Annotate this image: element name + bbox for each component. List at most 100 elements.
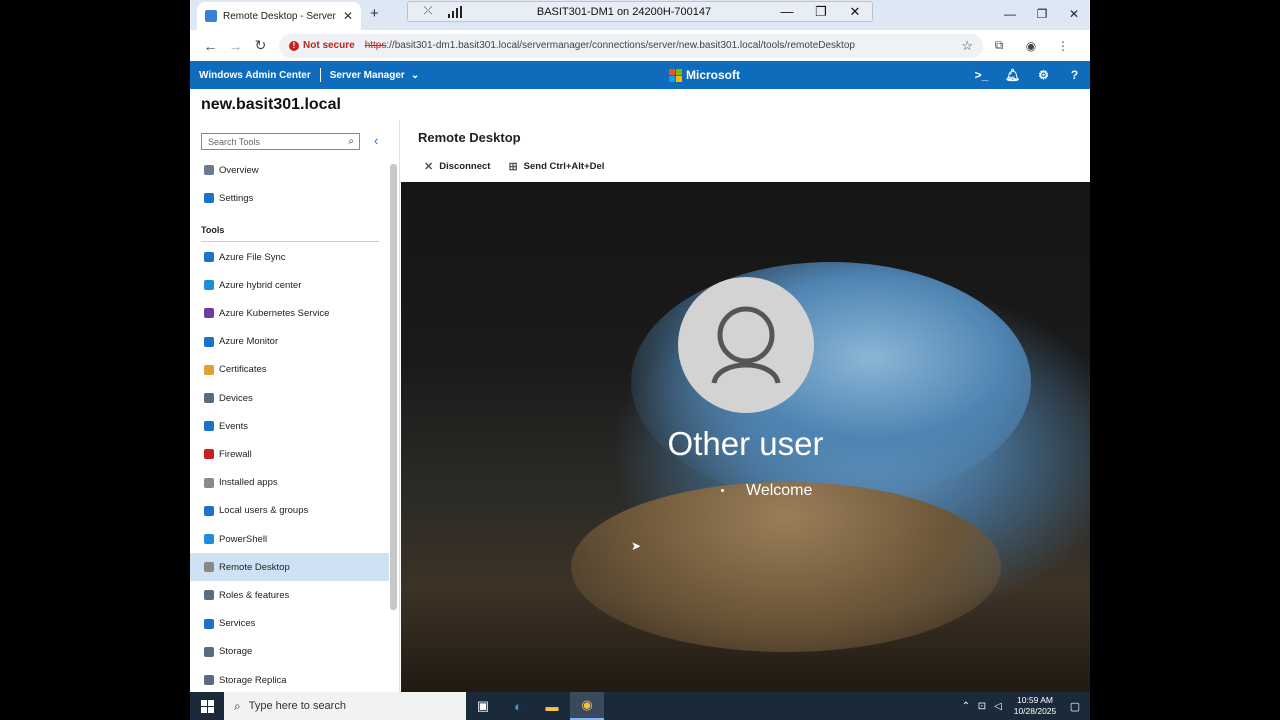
volume-icon[interactable]: ◁: [990, 701, 1006, 712]
minimize-icon[interactable]: —: [994, 0, 1026, 28]
sidebar-item-local-users-and-groups[interactable]: Local users & groups: [190, 497, 389, 525]
sidebar-item-settings[interactable]: Settings: [190, 184, 389, 212]
remote-screen: Remote Desktop - Server Mana ✕ + ⤫ BASIT…: [190, 0, 1090, 720]
events-icon: [204, 421, 214, 432]
reload-icon[interactable]: ↻: [248, 37, 273, 54]
sidebar-item-certificates[interactable]: Certificates: [190, 356, 389, 384]
chevron-down-icon[interactable]: ⌄: [411, 70, 419, 81]
tools-heading: Tools: [201, 225, 225, 235]
sidebar: Search Tools ⌕ ‹ Overview Settings Tools…: [190, 120, 400, 692]
sidebar-item-label: PowerShell: [219, 533, 268, 545]
server-title: new.basit301.local: [201, 96, 341, 113]
help-icon[interactable]: ?: [1059, 61, 1090, 89]
profile-icon[interactable]: ◉: [1015, 39, 1047, 53]
tab-close-icon[interactable]: ✕: [343, 9, 353, 23]
powershell-icon[interactable]: >_: [966, 61, 997, 89]
user-avatar-icon[interactable]: [678, 277, 814, 413]
restore-icon[interactable]: ❐: [1026, 0, 1058, 28]
url-text: https://basit301-dm1.basit301.local/serv…: [365, 40, 855, 51]
search-placeholder: Search Tools: [208, 137, 260, 147]
devices-icon: [204, 393, 214, 403]
gear-icon[interactable]: ⚙: [1028, 61, 1059, 89]
sidebar-item-events[interactable]: Events: [190, 412, 389, 440]
close-icon[interactable]: ✕: [1058, 0, 1090, 28]
rdp-restore-icon[interactable]: ❐: [804, 4, 838, 20]
sidebar-item-services[interactable]: Services: [190, 610, 389, 638]
sidebar-item-powershell[interactable]: PowerShell: [190, 525, 389, 553]
collapse-sidebar-icon[interactable]: ‹: [374, 133, 378, 148]
not-secure-label: Not secure: [303, 40, 355, 51]
sidebar-item-devices[interactable]: Devices: [190, 384, 389, 412]
sidebar-item-remote-desktop[interactable]: Remote Desktop: [190, 553, 389, 582]
not-secure-badge[interactable]: ! Not secure: [289, 40, 355, 51]
signal-icon[interactable]: [448, 5, 478, 18]
browser-tab[interactable]: Remote Desktop - Server Mana ✕: [197, 2, 361, 30]
sidebar-item-installed-apps[interactable]: Installed apps: [190, 469, 389, 497]
window-controls: — ❐ ✕: [994, 0, 1090, 28]
sidebar-item-storage-replica[interactable]: Storage Replica: [190, 666, 389, 694]
clock[interactable]: 10:59 AM 10/28/2025: [1010, 695, 1060, 717]
new-tab-button[interactable]: +: [370, 5, 379, 22]
warning-icon: !: [289, 40, 299, 51]
sidebar-item-label: Storage: [219, 646, 253, 658]
bell-icon[interactable]: 🔔︎: [997, 61, 1028, 89]
back-icon[interactable]: ←: [198, 38, 223, 54]
remote-desktop-icon: [204, 562, 214, 573]
header-divider: [319, 68, 321, 82]
send-ctrl-alt-del-button[interactable]: ⊞ Send Ctrl+Alt+Del: [508, 160, 604, 173]
search-tools-input[interactable]: Search Tools ⌕: [201, 133, 360, 150]
forward-icon[interactable]: →: [223, 38, 248, 54]
sidebar-item-label: Local users & groups: [219, 505, 309, 517]
remote-desktop-viewport[interactable]: Other user Welcome ➤: [401, 182, 1090, 692]
file-explorer-icon[interactable]: ▬: [535, 692, 569, 720]
installed-apps-icon: [204, 477, 214, 488]
sidebar-item-firewall[interactable]: Firewall: [190, 440, 389, 468]
services-icon: [204, 618, 214, 629]
sidebar-item-label: Overview: [219, 164, 259, 176]
system-tray: ⌃ ⊡ ◁ 10:59 AM 10/28/2025 ▢: [958, 692, 1090, 720]
server-manager-menu[interactable]: Server Manager: [330, 70, 405, 81]
sidebar-item-label: Roles & features: [219, 589, 290, 601]
url-field[interactable]: ! Not secure https://basit301-dm1.basit30…: [279, 33, 983, 58]
menu-icon[interactable]: ⋮: [1047, 39, 1079, 53]
cast-icon[interactable]: ⧉: [983, 38, 1015, 53]
address-bar-row: ← → ↻ ! Not secure https://basit301-dm1.b…: [190, 30, 1090, 61]
sidebar-item-roles-and-features[interactable]: Roles & features: [190, 581, 389, 609]
sidebar-item-label: Services: [219, 618, 256, 630]
windows-logo-icon: [200, 699, 214, 713]
sidebar-item-storage[interactable]: Storage: [190, 638, 389, 666]
spinner-icon: [721, 489, 724, 493]
rdp-minimize-icon[interactable]: —: [770, 4, 804, 19]
network-icon[interactable]: ⊡: [974, 701, 990, 712]
tab-title: Remote Desktop - Server Mana: [223, 10, 337, 22]
edge-icon[interactable]: ◐: [501, 692, 535, 720]
sidebar-item-label: Azure Monitor: [219, 336, 279, 348]
notification-icon[interactable]: ▢: [1060, 700, 1090, 713]
sidebar-item-azure-hybrid-center[interactable]: Azure hybrid center: [190, 271, 389, 299]
chrome-icon[interactable]: ◉: [570, 692, 604, 720]
sidebar-item-azure-kubernetes-service[interactable]: Azure Kubernetes Service: [190, 299, 389, 327]
brand-label: Microsoft: [686, 68, 740, 82]
bookmark-star-icon[interactable]: ☆: [961, 38, 973, 54]
sidebar-item-azure-file-sync[interactable]: Azure File Sync: [190, 243, 389, 271]
sidebar-item-overview[interactable]: Overview: [190, 156, 389, 184]
disconnect-button[interactable]: ✕ Disconnect: [424, 160, 490, 173]
pin-icon[interactable]: ⤫: [408, 5, 448, 18]
rdp-close-icon[interactable]: ✕: [838, 4, 872, 20]
taskbar-search[interactable]: ⌕ Type here to search: [224, 692, 466, 720]
clock-time: 10:59 AM: [1017, 695, 1053, 705]
settings-icon: [204, 193, 214, 203]
close-icon: ✕: [424, 161, 434, 173]
rd-toolbar: ✕ Disconnect ⊞ Send Ctrl+Alt+Del: [424, 160, 622, 173]
sidebar-item-azure-monitor[interactable]: Azure Monitor: [190, 328, 389, 356]
search-icon[interactable]: ⌕: [348, 136, 354, 147]
tray-chevron-icon[interactable]: ⌃: [958, 701, 974, 712]
send-cad-label: Send Ctrl+Alt+Del: [523, 161, 605, 172]
login-user-name: Other user: [667, 425, 824, 462]
sidebar-scrollbar[interactable]: [390, 164, 397, 610]
roles-and-features-icon: [204, 590, 214, 601]
url-protocol: https: [364, 40, 387, 51]
task-view-icon[interactable]: ▣: [466, 692, 500, 720]
start-button[interactable]: [190, 692, 224, 720]
app-name[interactable]: Windows Admin Center: [199, 70, 311, 81]
